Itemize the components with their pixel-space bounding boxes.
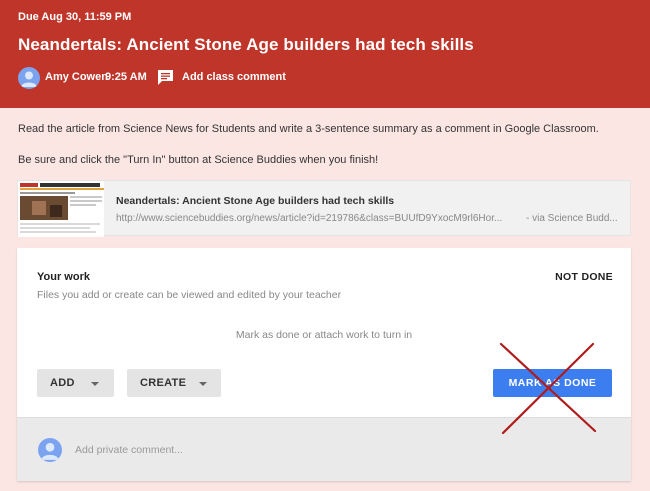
attachment-thumbnail[interactable] — [18, 181, 104, 237]
assignment-title: Neandertals: Ancient Stone Age builders … — [18, 35, 474, 54]
your-work-heading: Your work — [37, 271, 90, 283]
assignment-header: Due Aug 30, 11:59 PM Neandertals: Ancien… — [0, 0, 650, 108]
avatar — [18, 67, 40, 89]
attachment-card[interactable]: Neandertals: Ancient Stone Age builders … — [17, 180, 631, 237]
person-icon — [41, 442, 59, 460]
private-comment-input[interactable] — [75, 444, 575, 456]
mark-as-done-button[interactable]: MARK AS DONE — [493, 369, 612, 397]
post-time: 9:25 AM — [105, 71, 147, 83]
instruction-text: Read the article from Science News for S… — [18, 123, 599, 135]
your-work-card: Your work NOT DONE Files you add or crea… — [17, 248, 631, 481]
attachment-title[interactable]: Neandertals: Ancient Stone Age builders … — [116, 195, 394, 207]
instruction-text: Be sure and click the "Turn In" button a… — [18, 154, 379, 166]
add-class-comment-link[interactable]: Add class comment — [182, 71, 286, 83]
status-badge: NOT DONE — [555, 271, 613, 283]
create-button[interactable]: CREATE — [127, 369, 221, 397]
mark-note: Mark as done or attach work to turn in — [235, 329, 413, 341]
attachment-source: - via Science Budd... — [526, 213, 618, 224]
create-button-label: CREATE — [140, 377, 187, 389]
files-note: Files you add or create can be viewed an… — [37, 289, 342, 301]
add-button-label: ADD — [50, 377, 75, 389]
attachment-url: http://www.sciencebuddies.org/news/artic… — [116, 213, 503, 224]
caret-down-icon — [199, 382, 207, 386]
person-icon — [21, 71, 37, 87]
add-button[interactable]: ADD — [37, 369, 114, 397]
caret-down-icon — [91, 382, 99, 386]
author-name: Amy Cowen — [45, 71, 108, 83]
comment-icon[interactable] — [157, 69, 174, 86]
avatar — [38, 438, 62, 462]
private-comment-bar — [17, 417, 631, 481]
due-date: Due Aug 30, 11:59 PM — [18, 11, 132, 23]
